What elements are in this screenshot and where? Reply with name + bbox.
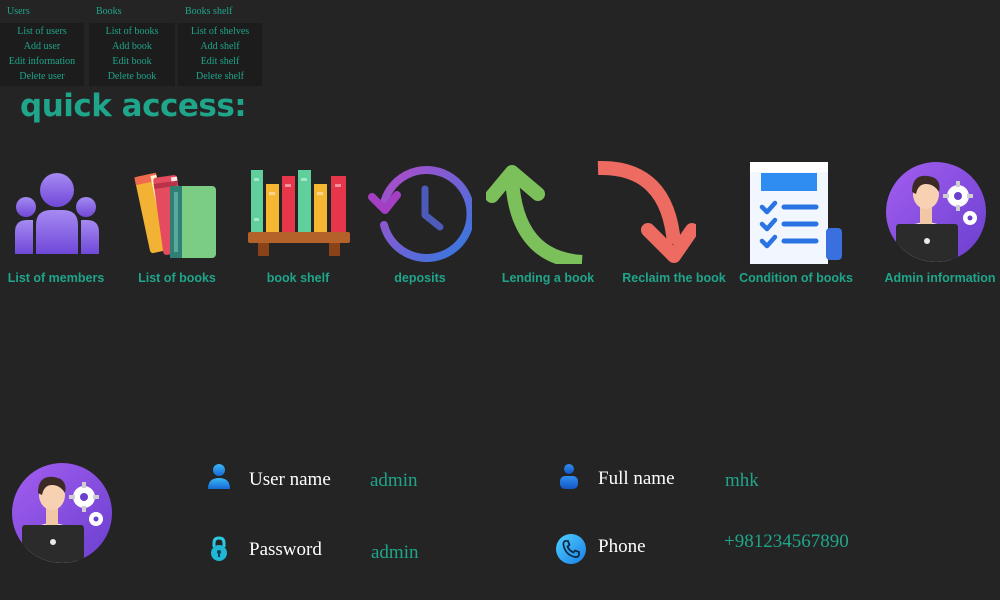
admin-avatar-icon[interactable] xyxy=(886,162,986,262)
menu-item-add-user[interactable]: Add user xyxy=(0,39,84,54)
submenu-users: List of users Add user Edit information … xyxy=(0,23,84,86)
user-icon xyxy=(206,463,232,489)
members-icon[interactable] xyxy=(12,168,102,258)
password-value: admin xyxy=(371,542,419,563)
menu-item-list-of-shelves[interactable]: List of shelves xyxy=(178,24,262,39)
menu-item-delete-user[interactable]: Delete user xyxy=(0,69,84,84)
menu-item-delete-book[interactable]: Delete book xyxy=(89,69,175,84)
menu-item-list-of-users[interactable]: List of users xyxy=(0,24,84,39)
menu-item-list-of-books[interactable]: List of books xyxy=(89,24,175,39)
full-name-label: Full name xyxy=(598,468,675,489)
history-clock-icon[interactable] xyxy=(368,163,472,263)
curved-arrow-up-icon[interactable] xyxy=(486,160,586,264)
menu-item-add-book[interactable]: Add book xyxy=(89,39,175,54)
menu-title-books[interactable]: Books xyxy=(96,6,122,17)
books-icon[interactable] xyxy=(134,162,222,262)
checklist-icon[interactable] xyxy=(750,162,844,264)
qa-label-list-of-books[interactable]: List of books xyxy=(138,271,216,285)
qa-label-deposits[interactable]: deposits xyxy=(394,271,445,285)
curved-arrow-down-icon[interactable] xyxy=(596,160,696,264)
menu-title-users[interactable]: Users xyxy=(7,6,30,17)
qa-label-book-shelf[interactable]: book shelf xyxy=(267,271,330,285)
submenu-books-shelf: List of shelves Add shelf Edit shelf Del… xyxy=(178,23,262,86)
submenu-books: List of books Add book Edit book Delete … xyxy=(89,23,175,86)
qa-label-condition-of-books[interactable]: Condition of books xyxy=(739,271,853,285)
phone-label: Phone xyxy=(598,536,646,557)
password-label: Password xyxy=(249,539,322,560)
menu-item-edit-shelf[interactable]: Edit shelf xyxy=(178,54,262,69)
user-name-label: User name xyxy=(249,469,331,490)
qa-label-lending-a-book[interactable]: Lending a book xyxy=(502,271,594,285)
bookshelf-icon[interactable] xyxy=(248,168,350,258)
menu-item-edit-book[interactable]: Edit book xyxy=(89,54,175,69)
avatar xyxy=(12,463,112,563)
menu-item-add-shelf[interactable]: Add shelf xyxy=(178,39,262,54)
qa-label-reclaim-the-book[interactable]: Reclaim the book xyxy=(622,271,726,285)
menu-item-edit-information[interactable]: Edit information xyxy=(0,54,84,69)
full-name-value: mhk xyxy=(725,470,759,491)
person-icon xyxy=(556,463,582,489)
qa-label-list-of-members[interactable]: List of members xyxy=(8,271,105,285)
qa-label-admin-information[interactable]: Admin information xyxy=(884,271,995,285)
menu-title-books-shelf[interactable]: Books shelf xyxy=(185,6,233,17)
quick-access-heading: quick access: xyxy=(20,88,247,124)
phone-icon xyxy=(555,533,587,565)
user-name-value: admin xyxy=(370,470,418,491)
menu-item-delete-shelf[interactable]: Delete shelf xyxy=(178,69,262,84)
phone-value: +981234567890 xyxy=(724,531,849,552)
lock-icon xyxy=(206,536,232,562)
